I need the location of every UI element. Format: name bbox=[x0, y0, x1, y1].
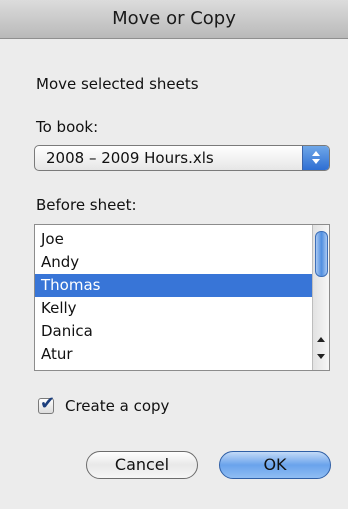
scroll-down-arrow-icon[interactable] bbox=[317, 354, 325, 359]
popup-arrows-icon bbox=[302, 146, 329, 170]
checkmark-icon: ✔ bbox=[40, 393, 56, 414]
create-copy-label[interactable]: Create a copy bbox=[65, 397, 169, 415]
sheet-list[interactable]: Joe Andy Thomas Kelly Danica Atur bbox=[34, 224, 330, 371]
move-or-copy-dialog: Move or Copy Move selected sheets To boo… bbox=[0, 0, 348, 509]
before-sheet-label: Before sheet: bbox=[36, 196, 137, 214]
cancel-button[interactable]: Cancel bbox=[86, 451, 198, 479]
create-copy-checkbox[interactable]: ✔ bbox=[38, 393, 55, 414]
ok-button[interactable]: OK bbox=[219, 451, 331, 479]
to-book-label: To book: bbox=[36, 118, 99, 136]
list-item[interactable]: Joe bbox=[35, 228, 313, 251]
dialog-title: Move or Copy bbox=[0, 0, 348, 39]
scrollbar-thumb[interactable] bbox=[315, 231, 328, 277]
list-item[interactable]: Danica bbox=[35, 320, 313, 343]
list-item[interactable]: Andy bbox=[35, 251, 313, 274]
move-selected-sheets-heading: Move selected sheets bbox=[36, 75, 199, 93]
list-item[interactable]: Kelly bbox=[35, 297, 313, 320]
list-item[interactable]: Atur bbox=[35, 343, 313, 366]
list-item-selected[interactable]: Thomas bbox=[35, 274, 313, 297]
list-scrollbar[interactable] bbox=[312, 225, 329, 370]
to-book-popup[interactable]: 2008 – 2009 Hours.xls bbox=[34, 145, 330, 171]
scroll-up-arrow-icon[interactable] bbox=[317, 337, 325, 342]
to-book-value: 2008 – 2009 Hours.xls bbox=[46, 149, 214, 167]
